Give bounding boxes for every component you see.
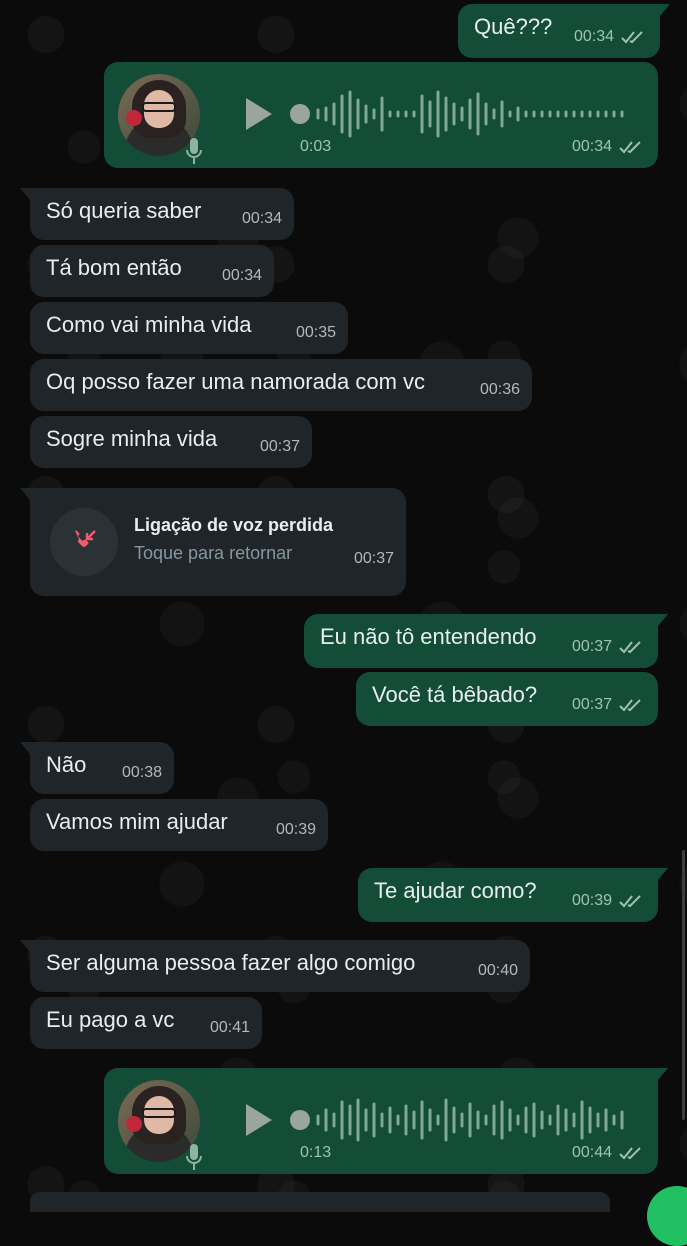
call-title: Ligação de voz perdida [134, 515, 334, 535]
message-text: Eu não tô entendendo [320, 624, 537, 649]
message-text: Eu pago a vc [46, 1007, 175, 1032]
message-text: Como vai minha vida [46, 312, 252, 337]
play-icon[interactable] [238, 94, 278, 134]
message-time: 00:34 [572, 134, 646, 160]
outgoing-message[interactable]: Te ajudar como? 00:39 [358, 868, 668, 922]
incoming-message[interactable]: Sogre minha vida 00:37 [30, 416, 312, 468]
message-time: 00:37 [572, 634, 646, 660]
message-time: 00:34 [221, 267, 262, 284]
double-check-icon [619, 895, 641, 908]
scrollbar[interactable] [682, 850, 685, 1120]
incoming-message[interactable]: Tá bom então 00:34 [30, 245, 274, 297]
message-text: Só queria saber [46, 198, 202, 223]
message-text: Sogre minha vida [46, 426, 218, 451]
message-time: 00:37 [259, 438, 300, 455]
waveform[interactable] [290, 1096, 630, 1144]
outgoing-message[interactable]: Eu não tô entendendo 00:37 [304, 614, 668, 668]
double-check-icon [619, 699, 641, 712]
message-time: 00:34 [574, 24, 648, 50]
voice-message[interactable]: 0:13 00:44 [104, 1068, 668, 1174]
double-check-icon [619, 641, 641, 654]
double-check-icon [621, 31, 643, 44]
incoming-message[interactable]: Ser alguma pessoa fazer algo comigo 00:4… [20, 940, 530, 992]
message-time: 00:37 [572, 692, 646, 718]
play-icon[interactable] [238, 1100, 278, 1140]
outgoing-message[interactable]: Quê??? 00:34 [458, 4, 670, 58]
incoming-message[interactable]: Só queria saber 00:34 [20, 188, 294, 240]
missed-call-message[interactable]: Ligação de voz perdida Toque para retorn… [20, 488, 406, 596]
message-time: 00:35 [295, 324, 336, 341]
message-text: Tá bom então [46, 255, 182, 280]
mic-icon [186, 138, 202, 164]
phone-icon [75, 530, 96, 547]
missed-call-icon[interactable] [50, 508, 118, 576]
double-check-icon [619, 1147, 641, 1160]
message-text: Ser alguma pessoa fazer algo comigo [46, 950, 416, 975]
message-time: 00:34 [241, 210, 282, 227]
message-time: 00:38 [121, 764, 162, 781]
message-time: 00:36 [479, 381, 520, 398]
double-check-icon [619, 141, 641, 154]
message-text: Quê??? [474, 14, 553, 39]
message-text: Te ajudar como? [374, 878, 537, 903]
incoming-message[interactable]: Oq posso fazer uma namorada com vc 00:36 [30, 359, 532, 411]
message-time: 00:39 [275, 821, 316, 838]
message-input-bar[interactable] [30, 1192, 610, 1212]
incoming-message[interactable]: Como vai minha vida 00:35 [30, 302, 348, 354]
message-text: Oq posso fazer uma namorada com vc [46, 369, 426, 394]
message-time: 00:37 [353, 550, 394, 567]
message-text: Você tá bêbado? [372, 682, 538, 707]
voice-duration: 0:13 [300, 1144, 332, 1161]
waveform[interactable] [290, 90, 630, 138]
outgoing-message[interactable]: Você tá bêbado? 00:37 [356, 672, 658, 726]
voice-duration: 0:03 [300, 138, 332, 155]
incoming-message[interactable]: Eu pago a vc 00:41 [30, 997, 262, 1049]
message-text: Vamos mim ajudar [46, 809, 228, 834]
call-subtitle: Toque para retornar [134, 543, 293, 563]
incoming-message[interactable]: Não 00:38 [20, 742, 174, 794]
message-time: 00:40 [477, 962, 518, 979]
message-text: Não [46, 752, 87, 777]
mic-icon [186, 1144, 202, 1170]
message-time: 00:44 [572, 1140, 646, 1166]
incoming-message[interactable]: Vamos mim ajudar 00:39 [30, 799, 328, 851]
message-time: 00:39 [572, 888, 646, 914]
message-time: 00:41 [209, 1019, 250, 1036]
voice-message[interactable]: 0:03 00:34 [104, 62, 658, 168]
